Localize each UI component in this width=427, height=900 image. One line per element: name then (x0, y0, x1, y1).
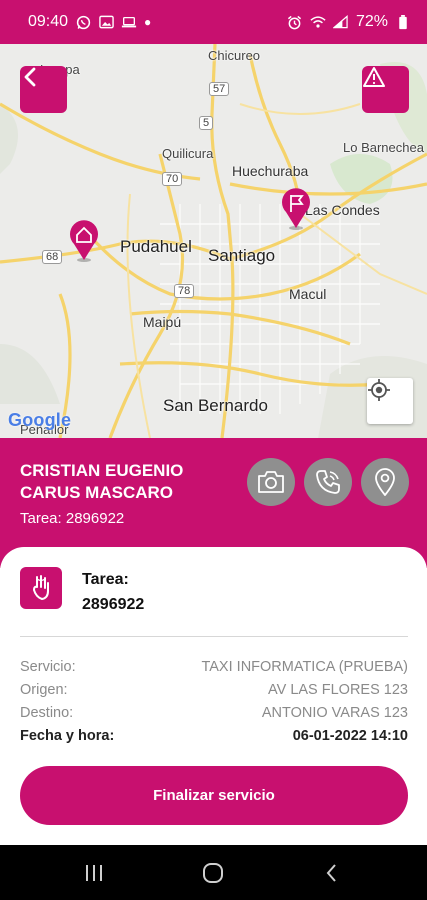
notification-dot: ● (144, 15, 152, 29)
whatsapp-icon (75, 14, 91, 30)
status-left: 09:40 ● (28, 13, 151, 31)
map-label-las-condes: Las Condes (305, 202, 380, 218)
origen-value: AV LAS FLORES 123 (268, 682, 408, 698)
destino-label: Destino: (20, 705, 74, 721)
warning-triangle-icon (363, 67, 385, 87)
screen: 09:40 ● 72% Chicureo Quilicura Huechurab… (0, 0, 427, 900)
home-icon (203, 863, 223, 883)
map-label-maipu: Maipú (143, 314, 182, 330)
row-destino: Destino: ANTONIO VARAS 123 (20, 705, 408, 727)
phone-icon (316, 470, 340, 494)
recent-apps-icon (86, 865, 102, 881)
gallery-icon (98, 14, 114, 30)
laptop-icon (121, 14, 137, 30)
route-shield-70: 70 (162, 172, 183, 186)
map-label-quilicura: Quilicura (162, 146, 214, 161)
map-label-macul: Macul (289, 286, 327, 302)
my-location-button[interactable] (367, 378, 413, 424)
row-servicio: Servicio: TAXI INFORMATICA (PRUEBA) (20, 659, 408, 681)
back-nav-button[interactable] (318, 859, 346, 887)
finish-service-button[interactable]: Finalizar servicio (20, 766, 408, 825)
back-button[interactable] (20, 66, 67, 113)
route-shield-5: 5 (199, 116, 214, 130)
chevron-left-icon (24, 67, 36, 87)
google-attribution: Google (8, 410, 71, 431)
servicio-value: TAXI INFORMATICA (PRUEBA) (201, 659, 408, 675)
call-button[interactable] (304, 458, 352, 506)
map-label-pudahuel: Pudahuel (120, 237, 192, 256)
fecha-label: Fecha y hora: (20, 728, 115, 744)
map-label-huechuraba: Huechuraba (232, 163, 309, 179)
alert-button[interactable] (362, 66, 409, 113)
system-nav-bar (0, 845, 427, 900)
fecha-value: 06-01-2022 14:10 (292, 728, 408, 744)
camera-icon (258, 471, 284, 493)
map-label-san-bernardo: San Bernardo (163, 396, 268, 415)
map-view[interactable]: Chicureo Lampa Quilicura Huechuraba Lo B… (0, 44, 427, 438)
map-label-chicureo: Chicureo (208, 48, 261, 63)
battery-level: 72% (355, 13, 388, 30)
servicio-label: Servicio: (20, 659, 76, 675)
divider (20, 636, 408, 637)
map-label-santiago: Santiago (208, 246, 276, 265)
task-icon (20, 567, 62, 609)
task-label: Tarea: (82, 571, 129, 588)
route-shield-78: 78 (174, 284, 195, 298)
battery-icon (395, 14, 411, 30)
camera-button[interactable] (247, 458, 295, 506)
wifi-icon (310, 14, 326, 30)
google-logo-text: Google (8, 410, 72, 430)
back-arrow-icon (326, 864, 336, 882)
destino-value: ANTONIO VARAS 123 (261, 705, 408, 721)
flag-marker-icon (282, 188, 310, 230)
location-button[interactable] (361, 458, 409, 506)
passenger-task: Tarea: 2896922 (20, 510, 125, 527)
hand-gesture-icon (32, 575, 49, 601)
alarm-icon (287, 14, 303, 30)
status-bar: 09:40 ● 72% (0, 0, 427, 44)
signal-icon (333, 14, 349, 30)
recent-apps-button[interactable] (80, 859, 108, 887)
home-marker-icon (70, 220, 98, 262)
row-origen: Origen: AV LAS FLORES 123 (20, 682, 408, 704)
status-time: 09:40 (28, 13, 69, 30)
location-pin-icon (375, 468, 395, 496)
origen-label: Origen: (20, 682, 68, 698)
row-fecha: Fecha y hora: 06-01-2022 14:10 (20, 728, 408, 750)
route-shield-57: 57 (209, 82, 230, 96)
home-button[interactable] (199, 859, 227, 887)
service-card: Tarea: 2896922 Servicio: TAXI INFORMATIC… (0, 547, 427, 845)
status-right: 72% (287, 13, 411, 31)
map-label-lo-barnechea: Lo Barnechea (343, 140, 424, 155)
route-shield-68: 68 (42, 250, 63, 264)
task-number: 2896922 (82, 596, 145, 613)
passenger-name: CRISTIAN EUGENIO CARUS MASCARO (20, 461, 184, 502)
my-location-icon (368, 379, 390, 401)
